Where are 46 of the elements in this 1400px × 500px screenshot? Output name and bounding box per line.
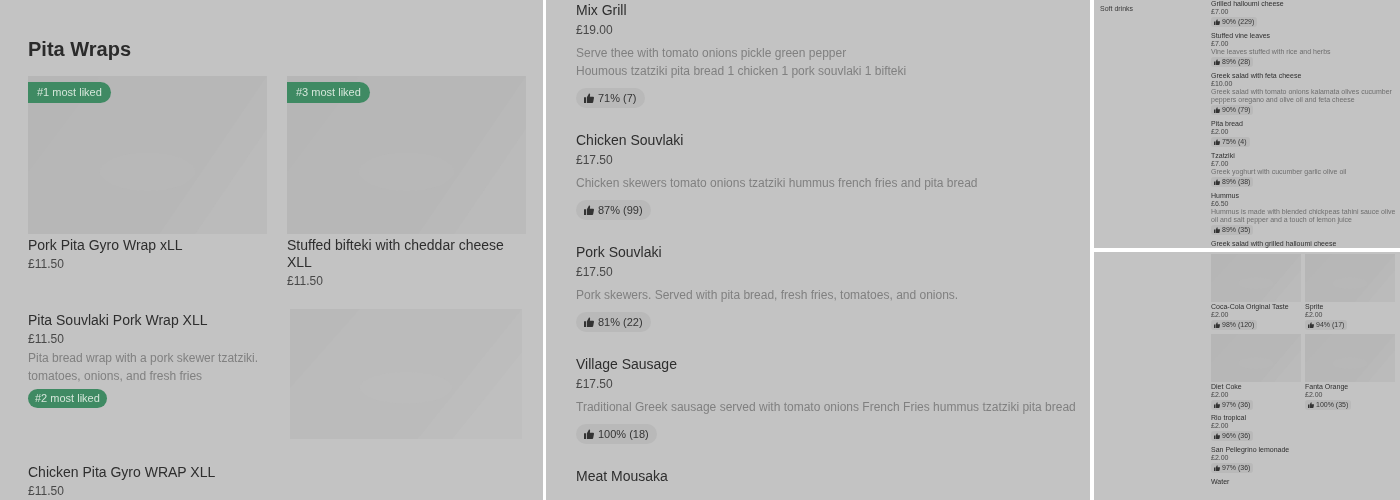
item-description: Chicken skewers tomato onions tzatziki hummus french fries and pita bread [576, 175, 979, 192]
thumbs-up-icon [1214, 322, 1220, 328]
rating-text: 81% (22) [598, 315, 643, 329]
thumbs-up-icon [584, 205, 594, 215]
thumbs-up-icon [1214, 465, 1220, 471]
item-price: £17.50 [576, 376, 614, 393]
rating-text: 71% (7) [598, 91, 637, 105]
item-price: £11.50 [28, 331, 65, 348]
item-name: Meat Mousaka [576, 467, 669, 486]
thumbs-up-icon [1214, 139, 1220, 145]
most-liked-badge: #3 most liked [287, 82, 370, 103]
item-name: Village Sausage [576, 355, 678, 374]
thumbs-up-icon [1214, 402, 1220, 408]
item-description: Serve thee with tomato onions pickle green pepper Houmous tzatziki pita bread 1 chicken 1 pork souvlaki 1 bifteki [576, 45, 908, 80]
thumbs-up-icon [1214, 19, 1220, 25]
most-liked-badge: #1 most liked [28, 82, 111, 103]
item-name: Mix Grill [576, 1, 628, 20]
item-price: £11.50 [28, 256, 65, 273]
thumbs-up-icon [1308, 322, 1314, 328]
item-name: Stuffed bifteki with cheddar cheese XLL [287, 237, 505, 271]
item-name: Pork Souvlaki [576, 243, 663, 262]
item-name: Pita Souvlaki Pork Wrap XLL [28, 312, 209, 329]
thumbs-up-icon [1214, 59, 1220, 65]
item-price: £17.50 [576, 264, 614, 281]
thumbs-up-icon [584, 317, 594, 327]
most-liked-badge: #2 most liked [28, 389, 107, 408]
thumbs-up-icon [1214, 107, 1220, 113]
item-name: Chicken Pita Gyro WRAP XLL [28, 464, 217, 481]
item-description: Pita bread wrap with a pork skewer tzatziki. tomatoes, onions, and fresh fries [28, 350, 260, 385]
item-description: Pork skewers. Served with pita bread, fresh fries, tomatoes, and onions. [576, 287, 960, 304]
thumbs-up-icon [1308, 402, 1314, 408]
item-price: £17.50 [576, 152, 614, 169]
item-name: Pork Pita Gyro Wrap xLL [28, 237, 184, 254]
thumbs-up-icon [1214, 433, 1220, 439]
rating-text: 87% (99) [598, 203, 643, 217]
section-heading: Pita Wraps [28, 37, 132, 61]
item-price: £11.50 [28, 483, 65, 500]
thumbs-up-icon [1214, 179, 1220, 185]
item-price: £11.50 [287, 273, 324, 290]
item-name: Chicken Souvlaki [576, 131, 685, 150]
thumbs-up-icon [584, 429, 594, 439]
thumbs-up-icon [584, 93, 594, 103]
thumbs-up-icon [1214, 227, 1220, 233]
item-price: £19.00 [576, 22, 614, 39]
rating-text: 100% (18) [598, 427, 649, 441]
item-description: Traditional Greek sausage served with tomato onions French Fries hummus tzatziki pita bread [576, 399, 1077, 416]
